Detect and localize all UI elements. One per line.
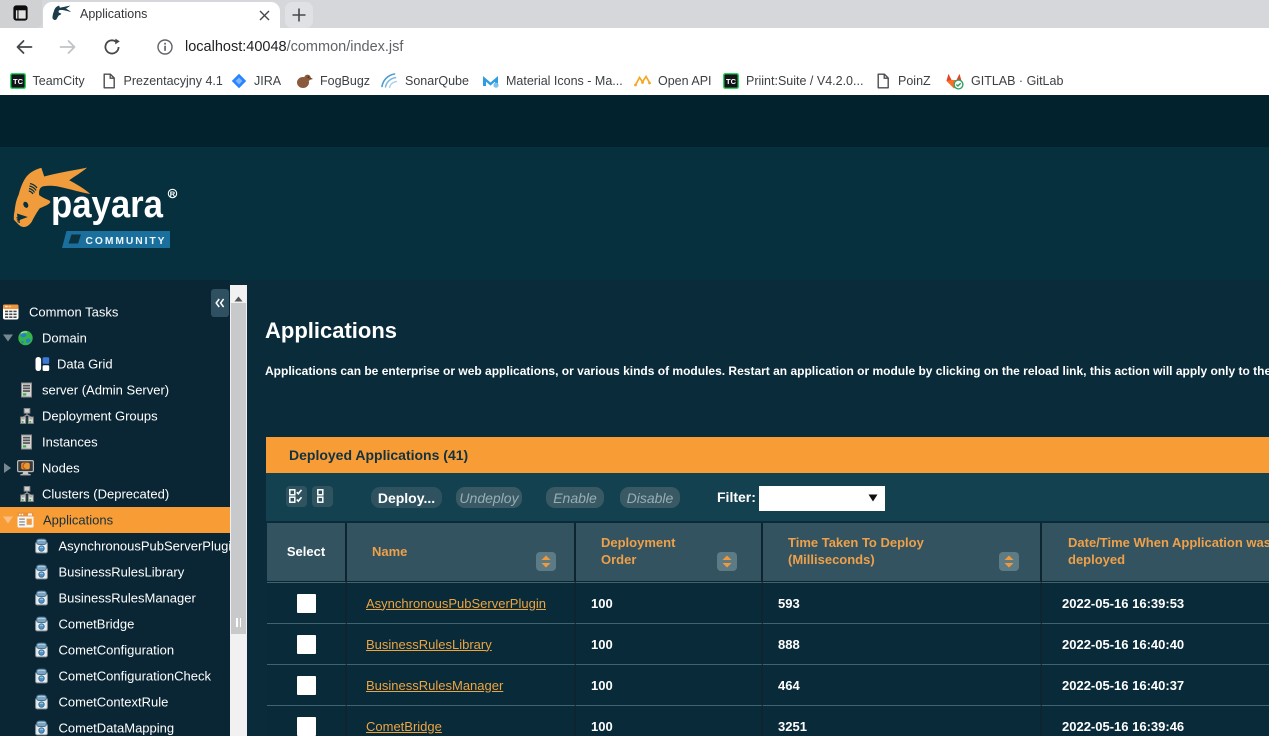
svg-text:TC: TC bbox=[726, 77, 737, 86]
svg-text:payara: payara bbox=[51, 184, 164, 226]
svg-text:R: R bbox=[170, 189, 176, 198]
svg-text:TC: TC bbox=[13, 77, 24, 86]
svg-text:COMMUNITY: COMMUNITY bbox=[86, 235, 167, 247]
